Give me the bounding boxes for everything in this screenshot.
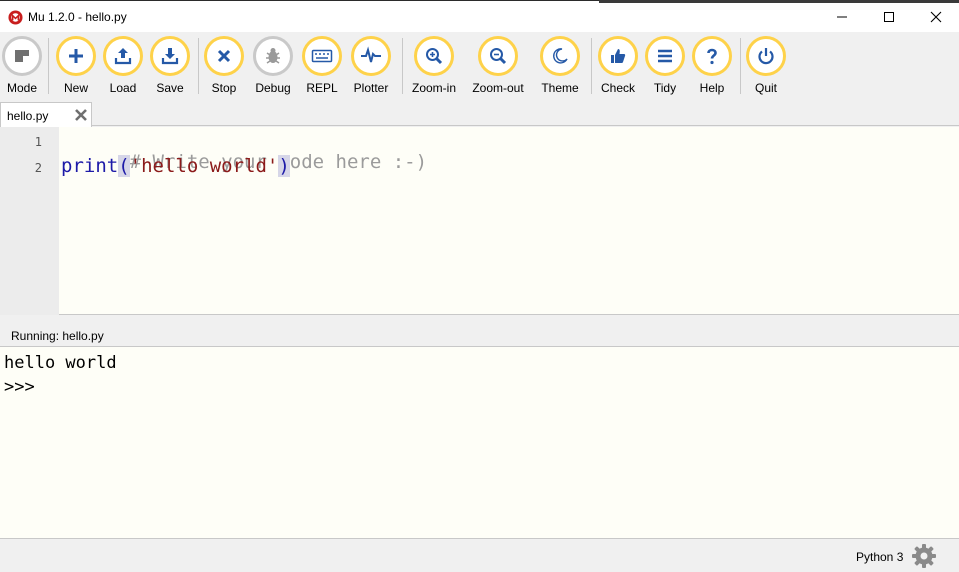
repl-label: REPL — [306, 81, 338, 95]
toolbar-divider — [402, 38, 403, 94]
close-window-button[interactable] — [913, 1, 959, 33]
theme-label: Theme — [541, 81, 579, 95]
toolbar-divider — [740, 38, 741, 94]
tab-bar: hello.py — [0, 100, 959, 127]
zoom-in-button[interactable]: Zoom-in — [410, 36, 458, 95]
moon-icon — [553, 48, 568, 64]
title-bar: Mu 1.2.0 - hello.py — [0, 0, 959, 32]
tab-label: hello.py — [7, 109, 49, 123]
code-open-paren: ( — [118, 155, 130, 177]
question-icon — [707, 48, 717, 65]
repl-button[interactable]: REPL — [301, 36, 343, 95]
output-text: hello world — [4, 353, 117, 373]
stop-label: Stop — [211, 81, 237, 95]
zoom-out-label: Zoom-out — [472, 81, 524, 95]
zoom-out-icon — [490, 48, 507, 65]
line-number: 2 — [34, 161, 42, 175]
window-title: Mu 1.2.0 - hello.py — [28, 10, 127, 24]
maximize-button[interactable] — [866, 1, 912, 33]
toolbar: Mode New Load Save Stop Debug REPL Plott… — [0, 32, 959, 100]
minimize-icon — [837, 16, 847, 18]
x-icon — [217, 49, 231, 63]
plus-icon — [69, 49, 83, 63]
save-label: Save — [156, 81, 184, 95]
output-pane-header: Running: hello.py — [0, 316, 959, 346]
debug-label: Debug — [255, 81, 291, 95]
quit-button[interactable]: Quit — [745, 36, 787, 95]
line-number: 1 — [34, 135, 42, 149]
upload-icon — [114, 48, 132, 65]
plotter-button[interactable]: Plotter — [350, 36, 392, 95]
gear-icon[interactable] — [911, 543, 937, 569]
running-label: Running: hello.py — [11, 329, 104, 343]
code-line-2: print('hello world') — [61, 155, 290, 177]
thumbs-up-icon — [611, 49, 626, 63]
quit-label: Quit — [754, 81, 777, 95]
mode-label: Mode — [6, 81, 38, 95]
tidy-button[interactable]: Tidy — [644, 36, 686, 95]
mu-logo-icon — [8, 10, 23, 25]
code-string: 'hello world' — [129, 155, 279, 177]
lines-icon — [658, 49, 672, 63]
repl-prompt[interactable]: >>> — [4, 377, 35, 397]
mu-editor-window: Mu 1.2.0 - hello.py Mode New Load Save S… — [0, 0, 959, 572]
theme-button[interactable]: Theme — [539, 36, 581, 95]
status-bar: Python 3 — [0, 539, 959, 572]
toolbar-divider — [48, 38, 49, 94]
tidy-label: Tidy — [653, 81, 677, 95]
zoom-in-label: Zoom-in — [411, 81, 456, 95]
stop-button[interactable]: Stop — [203, 36, 245, 95]
line-number-gutter: 1 2 — [0, 127, 59, 315]
close-tab-icon[interactable] — [74, 108, 88, 122]
load-button[interactable]: Load — [102, 36, 144, 95]
zoom-out-button[interactable]: Zoom-out — [470, 36, 526, 95]
help-label: Help — [699, 81, 725, 95]
debug-button[interactable]: Debug — [252, 36, 294, 95]
mode-button[interactable]: Mode — [2, 36, 42, 95]
zoom-in-icon — [426, 48, 443, 65]
power-icon — [758, 48, 774, 65]
check-label: Check — [600, 81, 635, 95]
code-close-paren: ) — [278, 155, 290, 177]
pulse-icon — [361, 46, 381, 63]
check-button[interactable]: Check — [597, 36, 639, 95]
plotter-label: Plotter — [353, 81, 389, 95]
toolbar-divider — [591, 38, 592, 94]
load-label: Load — [109, 81, 137, 95]
toolbar-divider — [198, 38, 199, 94]
close-icon — [930, 11, 942, 23]
new-button[interactable]: New — [55, 36, 97, 95]
keyboard-icon — [311, 49, 333, 63]
save-button[interactable]: Save — [149, 36, 191, 95]
help-button[interactable]: Help — [691, 36, 733, 95]
code-editor[interactable]: 1 2 # Write your code here :-) print('he… — [0, 127, 959, 315]
new-label: New — [63, 81, 88, 95]
tab-hello-py[interactable]: hello.py — [0, 102, 92, 127]
current-mode-label: Python 3 — [856, 550, 904, 564]
mode-icon — [15, 50, 29, 62]
output-pane[interactable]: hello world >>> — [0, 346, 959, 539]
bug-icon — [266, 48, 280, 64]
minimize-button[interactable] — [819, 1, 865, 33]
maximize-icon — [884, 12, 894, 22]
code-function-name: print — [61, 155, 119, 177]
download-icon — [161, 48, 179, 65]
